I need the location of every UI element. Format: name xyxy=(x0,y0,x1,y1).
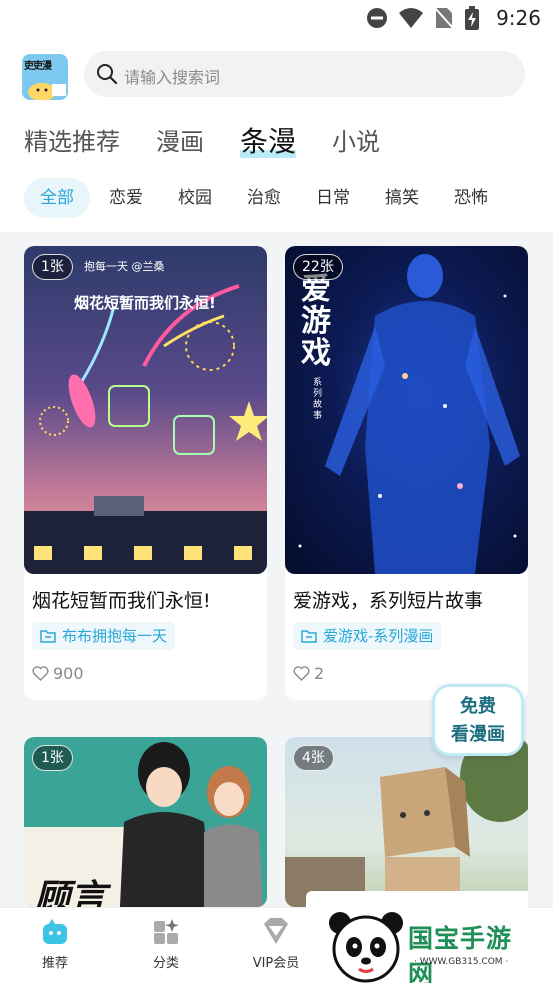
status-bar: 9:26 xyxy=(0,0,553,40)
nav-label: 分类 xyxy=(152,956,179,971)
comic-card[interactable]: 顾言 1张 xyxy=(24,737,267,907)
free-comics-line1: 免费 xyxy=(460,696,496,717)
search-bar[interactable]: 请输入搜索词 xyxy=(84,51,525,97)
vip-diamond-icon xyxy=(264,918,288,944)
watermark-brand: 国宝手游网 xyxy=(408,924,513,983)
nav-item-category[interactable]: 分类 xyxy=(126,916,206,971)
category-filter: 全部 恋爱 校园 治愈 日常 搞笑 恐怖 xyxy=(24,178,507,218)
comic-card[interactable]: 4张 xyxy=(285,737,528,907)
series-tag[interactable]: 布布拥抱每一天 xyxy=(32,622,176,650)
free-comics-button[interactable]: 免费 看漫画 xyxy=(432,684,524,756)
content-tabs: 精选推荐 漫画 条漫 小说 xyxy=(24,122,416,162)
free-comics-line2: 看漫画 xyxy=(451,724,505,745)
nav-item-vip[interactable]: VIP会员 xyxy=(236,916,316,971)
like-count-value: 900 xyxy=(53,664,84,683)
nav-item-recommend[interactable]: 推荐 xyxy=(15,916,95,971)
comic-cover-image[interactable]: 爱游戏 系列故事 22张 xyxy=(285,246,528,574)
watermark-url: · WWW.GB315.COM · xyxy=(414,957,509,967)
comic-title[interactable]: 烟花短暂而我们永恒! xyxy=(32,586,211,613)
recommend-icon xyxy=(43,919,67,944)
battery-charging-icon xyxy=(465,6,480,30)
category-icon xyxy=(154,919,179,944)
category-chip-all[interactable]: 全部 xyxy=(24,178,90,218)
panda-logo-icon xyxy=(329,912,403,983)
like-count[interactable]: 2 xyxy=(293,664,324,683)
logo-character-icon xyxy=(28,83,66,100)
no-sim-icon xyxy=(434,7,454,29)
tab-novels[interactable]: 小说 xyxy=(332,122,380,162)
top-header: 吏吏漫 请输入搜索词 精选推荐 漫画 条漫 小说 全部 恋爱 校园 治愈 日常 … xyxy=(0,40,553,232)
folder-icon xyxy=(40,630,56,643)
comic-cover-image[interactable]: 抱每一天 @兰桑 烟花短暂而我们永恒! 1张 xyxy=(24,246,267,574)
site-watermark: 国宝手游网 · WWW.GB315.COM · xyxy=(306,891,528,983)
cover-headline: 烟花短暂而我们永恒! xyxy=(74,294,216,312)
comic-cover-image[interactable]: 顾言 1张 xyxy=(24,737,267,907)
image-count-badge: 4张 xyxy=(293,745,334,771)
search-icon xyxy=(97,64,118,85)
nav-label: VIP会员 xyxy=(252,956,300,971)
comic-title[interactable]: 爱游戏，系列短片故事 xyxy=(293,586,483,613)
category-chip-healing[interactable]: 治愈 xyxy=(231,178,297,218)
category-chip-horror[interactable]: 恐怖 xyxy=(438,178,504,218)
category-chip-daily[interactable]: 日常 xyxy=(300,178,366,218)
status-icons: 9:26 xyxy=(366,6,541,30)
series-tag-label: 布布拥抱每一天 xyxy=(62,627,168,645)
cover-headline: 顾言 xyxy=(34,878,107,907)
cover-subtitle: 系列故事 xyxy=(313,378,323,421)
image-count-badge: 1张 xyxy=(32,254,73,280)
wifi-icon xyxy=(399,8,424,28)
comic-cover-image[interactable]: 4张 xyxy=(285,737,528,907)
image-count-badge: 22张 xyxy=(293,254,343,280)
category-chip-romance[interactable]: 恋爱 xyxy=(93,178,159,218)
do-not-disturb-icon xyxy=(367,8,388,28)
search-placeholder: 请输入搜索词 xyxy=(124,68,221,87)
comic-card[interactable]: 爱游戏 系列故事 22张 爱游戏，系列短片故事 爱游戏-系列漫画 2 xyxy=(285,246,528,700)
series-tag-label: 爱游戏-系列漫画 xyxy=(323,627,434,645)
like-count-value: 2 xyxy=(314,664,325,683)
cover-top-text: 抱每一天 @兰桑 xyxy=(84,260,165,273)
tab-comics[interactable]: 漫画 xyxy=(156,122,204,162)
clock: 9:26 xyxy=(496,6,541,30)
series-tag[interactable]: 爱游戏-系列漫画 xyxy=(293,622,442,650)
nav-label: 推荐 xyxy=(41,956,68,971)
cover-title: 爱游戏 xyxy=(301,272,331,371)
comic-card[interactable]: 抱每一天 @兰桑 烟花短暂而我们永恒! 1张 烟花短暂而我们永恒! 布布拥抱每一… xyxy=(24,246,267,700)
app-logo[interactable]: 吏吏漫 xyxy=(22,54,68,100)
category-chip-campus[interactable]: 校园 xyxy=(162,178,228,218)
tab-featured[interactable]: 精选推荐 xyxy=(24,122,120,162)
category-chip-funny[interactable]: 搞笑 xyxy=(369,178,435,218)
heart-icon xyxy=(293,666,310,681)
heart-icon xyxy=(32,666,49,681)
tab-strip-comics[interactable]: 条漫 xyxy=(240,122,297,162)
like-count[interactable]: 900 xyxy=(32,664,84,683)
image-count-badge: 1张 xyxy=(32,745,73,771)
folder-icon xyxy=(301,630,317,643)
